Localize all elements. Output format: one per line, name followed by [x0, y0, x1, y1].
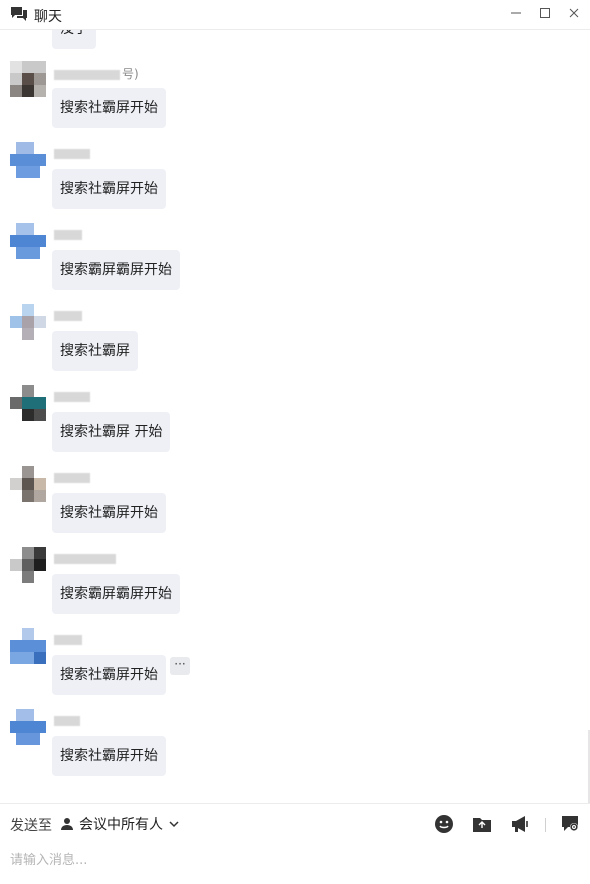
message-more-button[interactable]: ···: [170, 657, 190, 675]
sender-name: [54, 632, 84, 646]
emoji-icon[interactable]: [434, 814, 454, 834]
message-item: 搜索霸屏霸屏开始: [0, 547, 560, 630]
avatar[interactable]: [10, 304, 46, 340]
sender-name: [54, 227, 84, 241]
sender-name: [54, 470, 92, 484]
message-input[interactable]: [10, 848, 580, 872]
message-bubble[interactable]: 搜索社霸屏开始: [52, 169, 166, 209]
window-title: 聊天: [34, 9, 62, 25]
chevron-down-icon: [169, 821, 179, 828]
message-composer: 发送至 会议中所有人: [0, 803, 590, 884]
blurred-name: [54, 715, 80, 726]
sender-name: [54, 713, 82, 727]
message-item: 搜索社霸屏开始: [0, 709, 560, 792]
message-bubble[interactable]: 搜索社霸屏开始: [52, 88, 166, 128]
avatar[interactable]: [10, 142, 46, 178]
sender-suffix: 号): [122, 67, 139, 81]
megaphone-icon[interactable]: [510, 814, 530, 834]
maximize-button[interactable]: [534, 4, 556, 24]
blurred-name: [54, 229, 82, 240]
sender-name: 号): [54, 65, 139, 82]
message-item: 搜索社霸屏: [0, 304, 560, 387]
message-bubble[interactable]: 搜索社霸屏开始: [52, 655, 166, 695]
message-bubble[interactable]: 搜索霸屏霸屏开始: [52, 574, 180, 614]
close-button[interactable]: [563, 4, 585, 24]
recipient-label: 会议中所有人: [79, 817, 163, 833]
chat-message-list[interactable]: 没了 号) 搜索社霸屏开始 搜索社霸屏开始 搜索霸屏霸屏开始: [0, 30, 590, 803]
sender-name: [54, 551, 118, 565]
person-icon: [61, 818, 73, 830]
blurred-name: [54, 69, 120, 80]
title-bar: 聊天: [0, 0, 590, 30]
blurred-name: [54, 148, 90, 159]
avatar[interactable]: [10, 61, 46, 97]
message-item: 搜索社霸屏开始: [0, 466, 560, 549]
avatar[interactable]: [10, 466, 46, 502]
recipient-dropdown[interactable]: 会议中所有人: [60, 813, 180, 835]
blurred-name: [54, 634, 82, 645]
chat-bubbles-icon: [10, 6, 28, 22]
blurred-name: [54, 553, 116, 564]
avatar[interactable]: [10, 385, 46, 421]
file-folder-icon[interactable]: [472, 814, 492, 834]
blurred-name: [54, 472, 90, 483]
sender-name: [54, 146, 92, 160]
blurred-name: [54, 310, 82, 321]
blurred-name: [54, 391, 90, 402]
toolbar-divider: [545, 818, 546, 832]
message-item: 搜索社霸屏开始 ···: [0, 628, 560, 711]
message-bubble[interactable]: 搜索社霸屏: [52, 331, 138, 371]
message-bubble[interactable]: 没了: [52, 30, 96, 49]
send-to-label: 发送至: [10, 818, 52, 834]
minimize-button[interactable]: [505, 4, 527, 24]
message-item: 搜索社霸屏 开始: [0, 385, 560, 468]
message-item: 搜索社霸屏开始: [0, 142, 560, 225]
avatar[interactable]: [10, 547, 46, 583]
avatar[interactable]: [10, 709, 46, 745]
sender-name: [54, 308, 84, 322]
message-bubble[interactable]: 搜索社霸屏 开始: [52, 412, 171, 452]
message-bubble[interactable]: 搜索社霸屏开始: [52, 736, 166, 776]
avatar[interactable]: [10, 628, 46, 664]
message-bubble[interactable]: 搜索霸屏霸屏开始: [52, 250, 180, 290]
message-bubble[interactable]: 搜索社霸屏开始: [52, 493, 166, 533]
chat-settings-icon[interactable]: [560, 814, 580, 834]
avatar[interactable]: [10, 223, 46, 259]
sender-name: [54, 389, 92, 403]
message-item: 搜索霸屏霸屏开始: [0, 223, 560, 306]
message-item: 号) 搜索社霸屏开始: [0, 61, 560, 144]
